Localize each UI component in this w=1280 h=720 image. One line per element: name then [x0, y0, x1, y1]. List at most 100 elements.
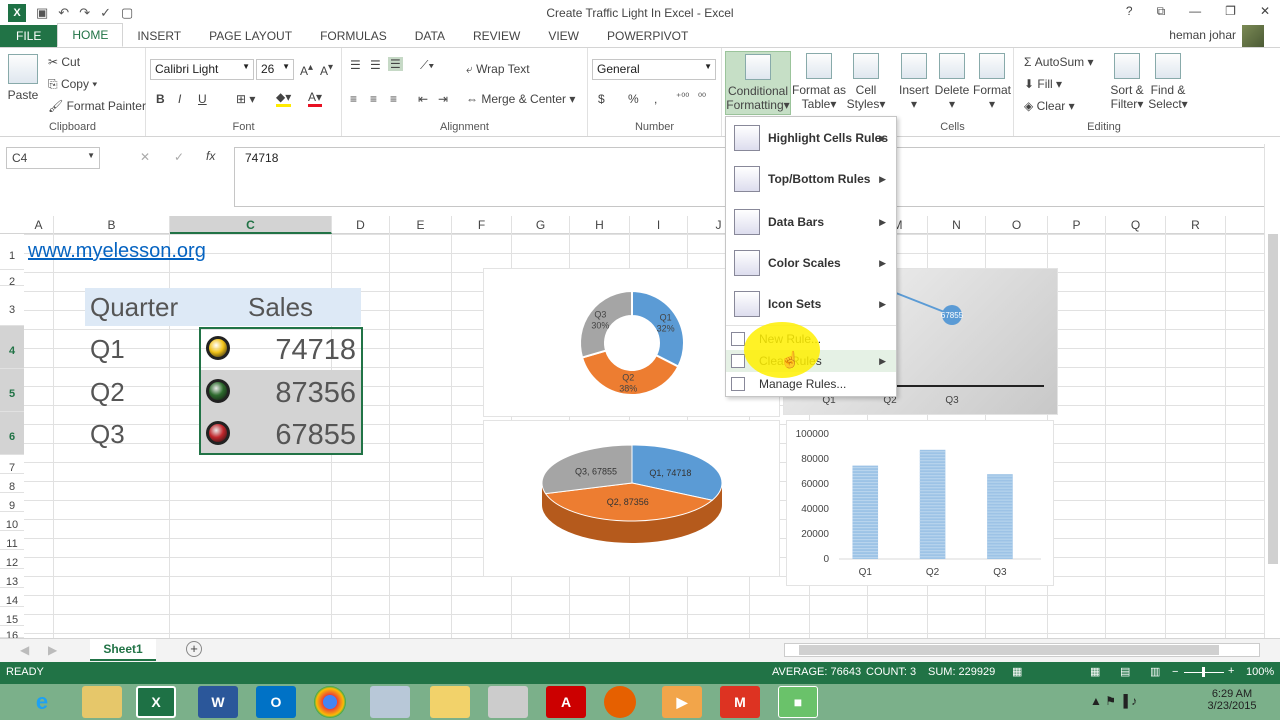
cell-styles-button[interactable]: Cell Styles▾ — [846, 53, 886, 111]
menu-item-top-bottom-rules[interactable]: Top/Bottom Rules ▶ — [726, 159, 896, 199]
row-header[interactable]: 8 — [0, 474, 24, 493]
grow-font-icon[interactable]: A▴ — [300, 62, 313, 78]
tray-icons[interactable]: ▲ ⚑ ▐ ♪ — [1090, 694, 1137, 708]
italic-button[interactable]: I — [178, 92, 181, 106]
firefox-icon[interactable] — [604, 686, 636, 718]
font-color-icon[interactable]: A▾ — [308, 90, 323, 107]
column-header[interactable]: H — [570, 216, 630, 234]
sales-cell[interactable]: 87356 — [270, 377, 356, 410]
tab-powerpivot[interactable]: POWERPIVOT — [593, 25, 702, 47]
format-as-table-button[interactable]: Format as Table▾ — [792, 53, 846, 111]
delete-cells-button[interactable]: Delete ▾ — [934, 53, 970, 111]
percent-button[interactable]: % — [628, 92, 639, 106]
menu-item-color-scales[interactable]: Color Scales ▶ — [726, 243, 896, 283]
notepad-icon[interactable] — [370, 686, 410, 718]
menu-item-data-bars[interactable]: Data Bars ▶ — [726, 202, 896, 242]
row-header[interactable]: 6 — [0, 412, 24, 455]
row-header[interactable]: 16 — [0, 626, 24, 642]
tab-data[interactable]: DATA — [401, 25, 459, 47]
font-size-select[interactable]: 26 ▼ — [256, 59, 294, 80]
cell-c3-sales[interactable]: Sales — [248, 292, 313, 323]
zoom-out-icon[interactable]: − — [1172, 666, 1178, 678]
enter-icon[interactable]: ✓ — [174, 150, 184, 164]
tab-home[interactable]: HOME — [57, 23, 124, 47]
column-header[interactable]: B — [54, 216, 170, 234]
find-select-button[interactable]: Find & Select▾ — [1148, 53, 1188, 111]
comma-button[interactable]: , — [654, 92, 657, 106]
quarter-cell[interactable]: Q3 — [90, 419, 125, 450]
row-header[interactable]: 1 — [0, 234, 24, 270]
cancel-icon[interactable]: ✕ — [140, 150, 150, 164]
shrink-font-icon[interactable]: A▾ — [320, 62, 333, 78]
fill-color-icon[interactable]: ◆▾ — [276, 90, 292, 107]
conditional-formatting-button[interactable]: Conditional Formatting▾ — [725, 51, 791, 115]
media-icon[interactable]: ▶ — [662, 686, 702, 718]
increase-decimal-icon[interactable]: ⁺⁰⁰ — [676, 92, 689, 103]
sort-filter-button[interactable]: Sort & Filter▾ — [1108, 53, 1146, 111]
zoom-in-icon[interactable]: + — [1228, 665, 1234, 677]
column-header[interactable]: I — [630, 216, 688, 234]
quarter-cell[interactable]: Q2 — [90, 377, 125, 408]
number-format-select[interactable]: General ▼ — [592, 59, 716, 80]
clock[interactable]: 6:29 AM 3/23/2015 — [1200, 688, 1264, 712]
restore-icon[interactable]: ❐ — [1225, 4, 1236, 19]
user-name[interactable]: heman johar — [1169, 28, 1236, 42]
column-header[interactable]: F — [452, 216, 512, 234]
decrease-indent-icon[interactable]: ⇤ — [418, 92, 428, 106]
column-header[interactable]: C — [170, 216, 332, 234]
currency-button[interactable]: $ — [598, 92, 605, 106]
format-cells-button[interactable]: Format ▾ — [972, 53, 1012, 111]
column-header[interactable]: O — [986, 216, 1048, 234]
zoom-level[interactable]: 100% — [1246, 666, 1274, 678]
tool-icon[interactable] — [488, 686, 528, 718]
row-header[interactable]: 11 — [0, 531, 24, 550]
copy-button[interactable]: ⎘ Copy ▾ — [48, 77, 97, 92]
tab-page-layout[interactable]: PAGE LAYOUT — [195, 25, 306, 47]
explorer-icon[interactable] — [82, 686, 122, 718]
column-header[interactable]: Q — [1106, 216, 1166, 234]
ribbon-display-icon[interactable]: ⧉ — [1157, 4, 1166, 19]
format-painter-button[interactable]: 🖌 Format Painter — [48, 99, 146, 113]
quarter-cell[interactable]: Q1 — [90, 334, 125, 365]
horizontal-scroll-thumb[interactable] — [799, 645, 1219, 655]
decrease-decimal-icon[interactable]: ⁰⁰ — [698, 92, 706, 103]
word-icon[interactable]: W — [198, 686, 238, 718]
row-header[interactable]: 9 — [0, 493, 24, 512]
horizontal-scrollbar[interactable] — [784, 643, 1260, 657]
row-header[interactable]: 15 — [0, 607, 24, 626]
sales-cell[interactable]: 67855 — [270, 419, 356, 452]
bottom-align-icon[interactable]: ☰ — [388, 57, 403, 71]
underline-button[interactable]: U — [198, 92, 207, 106]
m-app-icon[interactable]: M — [720, 686, 760, 718]
redo-icon[interactable]: ↷ — [79, 5, 90, 21]
row-header[interactable]: 10 — [0, 512, 24, 531]
camera-icon[interactable]: ■ — [778, 686, 818, 718]
next-sheet-icon[interactable]: ▶ — [48, 643, 57, 657]
spelling-icon[interactable]: ✓ — [100, 5, 111, 21]
wrap-text-button[interactable]: ⤶ Wrap Text — [466, 62, 530, 77]
bold-button[interactable]: B — [156, 92, 165, 106]
fill-button[interactable]: ⬇ Fill ▾ — [1024, 77, 1062, 91]
menu-item-icon-sets[interactable]: Icon Sets ▶ — [726, 284, 896, 324]
sales-cell[interactable]: 74718 — [270, 334, 356, 367]
save-icon[interactable]: ▣ — [36, 5, 48, 21]
align-left-icon[interactable]: ≡ — [350, 92, 357, 106]
cell-a1-link[interactable]: www.myelesson.org — [28, 240, 206, 263]
borders-icon[interactable]: ⊞ ▾ — [236, 92, 255, 106]
row-header[interactable]: 14 — [0, 588, 24, 607]
undo-icon[interactable]: ↶ — [58, 5, 69, 21]
cell-b3-quarter[interactable]: Quarter — [90, 292, 178, 323]
row-header[interactable]: 3 — [0, 286, 24, 326]
clear-button[interactable]: ◈ Clear ▾ — [1024, 99, 1075, 113]
excel-taskbar-icon[interactable]: X — [136, 686, 176, 718]
tab-file[interactable]: FILE — [0, 25, 58, 47]
column-header[interactable]: E — [390, 216, 452, 234]
new-icon[interactable]: ▢ — [121, 5, 133, 21]
zoom-slider-thumb[interactable] — [1202, 667, 1205, 677]
folder-icon[interactable] — [430, 686, 470, 718]
row-header[interactable]: 13 — [0, 569, 24, 588]
autosum-button[interactable]: Σ AutoSum ▾ — [1024, 55, 1093, 69]
row-header[interactable]: 7 — [0, 455, 24, 474]
insert-function-icon[interactable]: fx — [206, 149, 215, 163]
column-chart[interactable]: 100000 80000 60000 40000 20000 0 Q1 Q2 Q3 — [786, 420, 1054, 586]
